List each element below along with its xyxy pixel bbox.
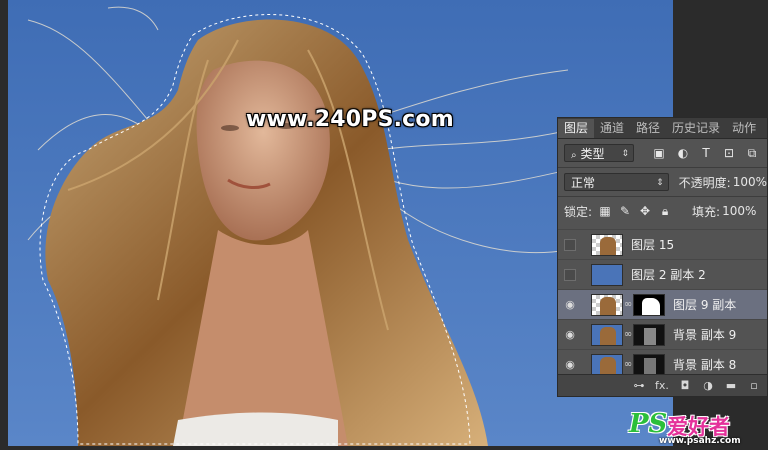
adjustment-filter-icon[interactable]: ◐ (676, 146, 690, 160)
visibility-toggle[interactable]: ◉ (558, 290, 582, 320)
fill-field[interactable]: 100% (722, 204, 756, 218)
fill-label: 填充: (692, 204, 721, 219)
layer-name[interactable]: 图层 15 (631, 236, 674, 253)
visibility-toggle[interactable]: ◉ (558, 320, 582, 350)
chevron-updown-icon: ⇕ (621, 149, 629, 159)
blend-mode-value: 正常 (571, 176, 596, 190)
mask-icon[interactable]: ◘ (678, 379, 692, 392)
layer-thumbnail (591, 293, 623, 316)
layer-mask-thumbnail[interactable] (633, 353, 665, 376)
lock-position-move-icon[interactable]: ✥ (638, 204, 652, 218)
tab-history[interactable]: 历史记录 (666, 119, 726, 138)
layer-name[interactable]: 图层 2 副本 2 (631, 266, 706, 283)
opacity-field[interactable]: 100% (733, 175, 767, 189)
layer-name[interactable]: 图层 9 副本 (673, 296, 736, 313)
logo-url: www.psahz.com (659, 436, 741, 446)
layers-panel-toolbar: ⊶ fx. ◘ ◑ ▬ ▫ (558, 374, 767, 396)
visibility-toggle[interactable] (558, 230, 582, 260)
layer-mask-thumbnail[interactable] (633, 323, 665, 346)
tab-actions[interactable]: 动作 (726, 119, 762, 138)
site-logo: PS 爱好者 www.psahz.com (629, 409, 768, 450)
link-chain-icon[interactable]: ∞ (623, 359, 633, 370)
panel-tabs: 图层 通道 路径 历史记录 动作 (558, 118, 767, 139)
layer-name[interactable]: 背景 副本 8 (673, 356, 736, 373)
tab-paths[interactable]: 路径 (630, 119, 666, 138)
layer-filter-select[interactable]: ⌕ 类型 ⇕ (564, 144, 634, 162)
group-folder-icon[interactable]: ▬ (724, 379, 738, 392)
blend-row: 正常 ⇕ 不透明度: 100% (558, 168, 767, 196)
logo-ps: PS (629, 409, 668, 439)
eye-icon: ◉ (565, 328, 575, 341)
watermark-text: www.240PS.com (246, 107, 454, 132)
link-chain-icon[interactable]: ∞ (623, 299, 633, 310)
layer-row-selected[interactable]: ◉ ∞ 图层 9 副本 (558, 289, 767, 319)
lock-label: 锁定: (564, 204, 593, 219)
link-chain-icon[interactable]: ∞ (623, 329, 633, 340)
layer-name[interactable]: 背景 副本 9 (673, 326, 736, 343)
lock-pixels-brush-icon[interactable]: ✎ (618, 204, 632, 218)
layer-row[interactable]: ◉ ∞ 背景 副本 9 (558, 319, 767, 349)
lock-all-padlock-icon[interactable]: 🔒︎ (658, 204, 672, 218)
layer-thumbnail (591, 323, 623, 346)
new-layer-icon[interactable]: ▫ (747, 379, 761, 392)
opacity-label: 不透明度: (678, 175, 731, 190)
image-filter-icon[interactable]: ▣ (652, 146, 666, 160)
layer-list: 图层 15 图层 2 副本 2 ◉ ∞ 图层 9 副本 ◉ ∞ 背景 副本 9 … (558, 229, 767, 379)
link-icon[interactable]: ⊶ (632, 379, 646, 392)
layer-mask-thumbnail[interactable] (633, 293, 665, 316)
blend-mode-select[interactable]: 正常 ⇕ (564, 173, 669, 191)
layer-thumbnail (591, 233, 623, 256)
visibility-toggle[interactable] (558, 260, 582, 290)
layer-row[interactable]: 图层 2 副本 2 (558, 259, 767, 289)
layer-thumbnail (591, 263, 623, 286)
layer-row[interactable]: 图层 15 (558, 229, 767, 259)
lock-transparent-icon[interactable]: ▦ (598, 204, 612, 218)
layer-thumbnail (591, 353, 623, 376)
chevron-updown-icon: ⇕ (656, 178, 664, 188)
smart-object-filter-icon[interactable]: ⧉ (745, 146, 759, 160)
adjustment-icon[interactable]: ◑ (701, 379, 715, 392)
tab-channels[interactable]: 通道 (594, 119, 630, 138)
filter-row: ⌕ 类型 ⇕ ▣ ◐ T ⊡ ⧉ (558, 139, 767, 167)
eye-icon: ◉ (565, 298, 575, 311)
tab-layers[interactable]: 图层 (558, 119, 595, 138)
search-icon: ⌕ (571, 150, 577, 161)
fx-icon[interactable]: fx. (655, 379, 669, 392)
shape-filter-icon[interactable]: ⊡ (722, 146, 736, 160)
filter-label: 类型 (580, 147, 605, 161)
type-filter-icon[interactable]: T (699, 146, 713, 160)
layers-panel: 图层 通道 路径 历史记录 动作 ⌕ 类型 ⇕ ▣ ◐ T ⊡ ⧉ 正常 ⇕ 不… (557, 117, 768, 397)
lock-row: 锁定: ▦ ✎ ✥ 🔒︎ 填充: 100% (558, 197, 767, 225)
eye-icon: ◉ (565, 358, 575, 371)
